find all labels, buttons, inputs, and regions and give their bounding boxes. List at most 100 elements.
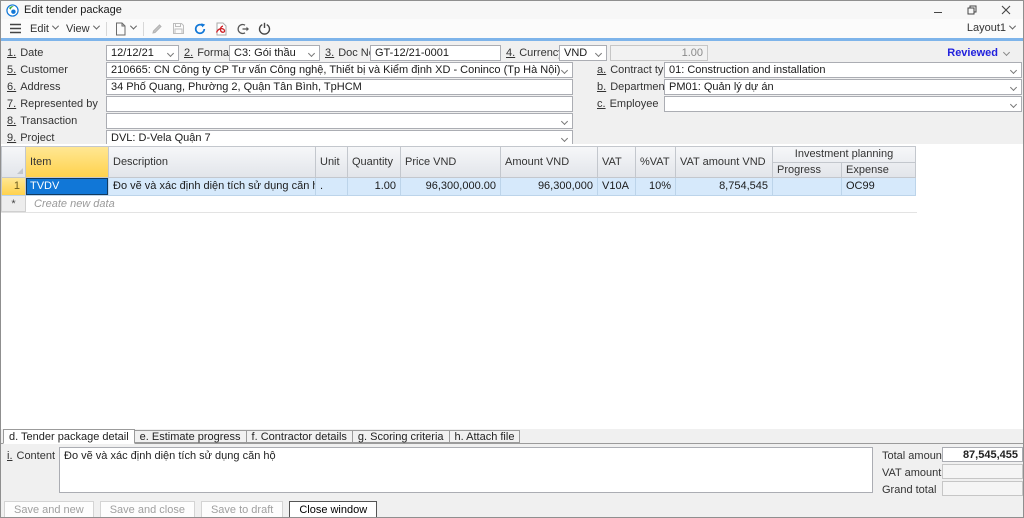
chevron-down-icon xyxy=(1009,22,1016,29)
save-and-new-button[interactable]: Save and new xyxy=(4,501,94,518)
cell-item[interactable]: TVDV xyxy=(26,178,109,196)
menu-icon[interactable] xyxy=(5,20,26,38)
close-window-button[interactable]: Close window xyxy=(289,501,377,518)
edit-pencil-icon[interactable] xyxy=(147,20,168,38)
chevron-down-icon xyxy=(561,118,568,125)
toolbar: Edit View Layout1 xyxy=(1,19,1023,41)
currency-select[interactable]: VND xyxy=(559,45,607,61)
layout-selector-label: Layout1 xyxy=(967,22,1006,34)
cell-description[interactable]: Đo vẽ và xác định diện tích sử dụng căn … xyxy=(109,178,316,196)
layout-selector[interactable]: Layout1 xyxy=(967,19,1015,37)
chevron-down-icon xyxy=(308,50,315,57)
content-label: i.Content xyxy=(7,450,55,464)
table-row[interactable]: 1 TVDV Đo vẽ và xác định diện tích sử dụ… xyxy=(1,178,916,196)
power-icon[interactable] xyxy=(254,20,275,38)
content-textarea[interactable]: Đo vẽ và xác định diện tích sử dụng căn … xyxy=(59,447,873,493)
customer-input[interactable]: 210665: CN Công ty CP Tư vấn Công nghệ, … xyxy=(106,62,573,78)
column-header-description[interactable]: Description xyxy=(109,146,316,178)
save-and-close-button[interactable]: Save and close xyxy=(100,501,195,518)
footer-panel: i.Content Đo vẽ và xác định diện tích sử… xyxy=(1,444,1024,499)
tab-estimate-progress[interactable]: e. Estimate progress xyxy=(134,430,247,443)
employee-label: c.Employee xyxy=(597,98,658,112)
restore-button[interactable] xyxy=(955,1,989,19)
column-header-unit[interactable]: Unit xyxy=(316,146,348,178)
column-header-progress[interactable]: Progress xyxy=(773,163,842,178)
edit-menu[interactable]: Edit xyxy=(26,20,62,38)
cell-unit[interactable]: . xyxy=(316,178,348,196)
chevron-down-icon xyxy=(52,23,59,30)
vat-amount-value xyxy=(942,464,1023,479)
column-group-investment-planning: Investment planning Progress Expense xyxy=(773,146,916,178)
minimize-button[interactable] xyxy=(921,1,955,19)
chevron-down-icon xyxy=(561,135,568,142)
status-badge[interactable]: Reviewed xyxy=(943,47,1009,59)
employee-input[interactable] xyxy=(664,96,1022,112)
column-header-vat[interactable]: VAT xyxy=(598,146,636,178)
cell-price[interactable]: 96,300,000.00 xyxy=(401,178,501,196)
grid-new-row[interactable]: * Create new data xyxy=(1,196,917,213)
cell-vat-pct[interactable]: 10% xyxy=(636,178,676,196)
tender-detail-grid: Item Description Unit Quantity Price VND… xyxy=(1,144,1023,429)
tab-attach-file[interactable]: h. Attach file xyxy=(449,430,521,443)
chevron-down-icon xyxy=(1010,101,1017,108)
transaction-input[interactable] xyxy=(106,113,573,129)
represented-by-input[interactable] xyxy=(106,96,573,112)
window-title: Edit tender package xyxy=(24,4,122,16)
cell-amount[interactable]: 96,300,000 xyxy=(501,178,598,196)
column-header-amount[interactable]: Amount VND xyxy=(501,146,598,178)
bottom-tabstrip: d. Tender package detail e. Estimate pro… xyxy=(1,429,1024,444)
view-menu[interactable]: View xyxy=(62,20,103,38)
chevron-down-icon xyxy=(561,67,568,74)
button-bar: Save and new Save and close Save to draf… xyxy=(1,499,1024,518)
chevron-down-icon xyxy=(1010,84,1017,91)
address-input[interactable]: 34 Phố Quang, Phường 2, Quận Tân Bình, T… xyxy=(106,79,573,95)
address-label: 6.Address xyxy=(7,81,61,95)
column-header-expense[interactable]: Expense xyxy=(842,163,915,178)
close-button[interactable] xyxy=(989,1,1023,19)
chevron-down-icon xyxy=(93,23,100,30)
cell-progress[interactable] xyxy=(773,178,842,196)
date-input[interactable]: 12/12/21 xyxy=(106,45,179,61)
customer-label: 5.Customer xyxy=(7,64,68,78)
cell-quantity[interactable]: 1.00 xyxy=(348,178,401,196)
column-header-vat-amount[interactable]: VAT amount VND xyxy=(676,146,773,178)
date-label: 1.Date xyxy=(7,47,43,61)
pdf-icon[interactable] xyxy=(211,20,232,38)
grid-header: Item Description Unit Quantity Price VND… xyxy=(1,146,916,178)
chevron-down-icon xyxy=(167,50,174,57)
format-label: 2.Format xyxy=(184,47,232,61)
chevron-down-icon xyxy=(595,50,602,57)
save-icon[interactable] xyxy=(168,20,189,38)
app-logo-icon xyxy=(6,4,19,17)
row-selector[interactable]: 1 xyxy=(1,178,26,196)
grid-corner-selector[interactable] xyxy=(1,146,26,178)
group-header-label[interactable]: Investment planning xyxy=(773,147,915,163)
new-document-button[interactable] xyxy=(110,20,140,38)
doc-no-input[interactable]: GT-12/21-0001 xyxy=(370,45,501,61)
department-input[interactable]: PM01: Quản lý dự án xyxy=(664,79,1022,95)
sign-out-icon[interactable] xyxy=(232,20,254,38)
view-menu-label: View xyxy=(66,23,90,35)
toolbar-separator xyxy=(143,22,144,36)
contract-type-input[interactable]: 01: Construction and installation xyxy=(664,62,1022,78)
save-to-draft-button[interactable]: Save to draft xyxy=(201,501,283,518)
grand-total-label: Grand total xyxy=(882,484,936,496)
format-input[interactable]: C3: Gói thầu xyxy=(229,45,320,61)
column-header-price[interactable]: Price VND xyxy=(401,146,501,178)
department-label: b.Department xyxy=(597,81,668,95)
column-header-quantity[interactable]: Quantity xyxy=(348,146,401,178)
exchange-rate-field: 1.00 xyxy=(610,45,708,61)
refresh-icon[interactable] xyxy=(189,20,211,38)
edit-menu-label: Edit xyxy=(30,23,49,35)
tab-contractor-details[interactable]: f. Contractor details xyxy=(246,430,353,443)
chevron-down-icon xyxy=(1003,49,1010,56)
column-header-item[interactable]: Item xyxy=(26,146,109,178)
vat-amount-label: VAT amount xyxy=(882,467,941,479)
cell-vat[interactable]: V10A xyxy=(598,178,636,196)
cell-expense[interactable]: OC99 xyxy=(842,178,916,196)
tab-scoring-criteria[interactable]: g. Scoring criteria xyxy=(352,430,450,443)
column-header-vat-pct[interactable]: %VAT xyxy=(636,146,676,178)
cell-vat-amount[interactable]: 8,754,545 xyxy=(676,178,773,196)
tab-tender-package-detail[interactable]: d. Tender package detail xyxy=(3,429,135,444)
new-row-placeholder[interactable]: Create new data xyxy=(26,196,917,212)
